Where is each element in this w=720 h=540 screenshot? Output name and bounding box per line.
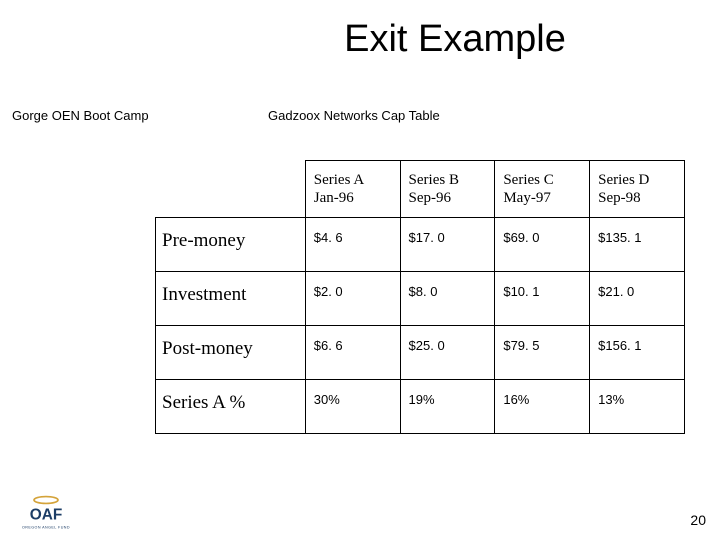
- logo: OAF OREGON ANGEL FUND: [16, 492, 76, 532]
- table-row: Pre-money $4. 6 $17. 0 $69. 0 $135. 1: [156, 218, 685, 272]
- table-cell: $2. 0: [305, 272, 400, 326]
- logo-subtext: OREGON ANGEL FUND: [22, 525, 70, 529]
- logo-text: OAF: [30, 507, 63, 524]
- table-cell: $69. 0: [495, 218, 590, 272]
- table-row: Series A % 30% 19% 16% 13%: [156, 380, 685, 434]
- table-cell: $25. 0: [400, 326, 495, 380]
- cap-table: Series A Jan-96 Series B Sep-96 Series C…: [155, 160, 685, 434]
- col-header-date: Sep-98: [598, 190, 641, 206]
- col-header: Series A Jan-96: [305, 161, 400, 218]
- col-header-date: Sep-96: [409, 190, 452, 206]
- table-cell: 13%: [590, 380, 685, 434]
- table-cell: $6. 6: [305, 326, 400, 380]
- table-cell: 30%: [305, 380, 400, 434]
- table-cell: 19%: [400, 380, 495, 434]
- table-cell: $8. 0: [400, 272, 495, 326]
- page-title: Exit Example: [0, 18, 690, 61]
- col-header-name: Series B: [409, 172, 459, 188]
- col-header-date: May-97: [503, 190, 551, 206]
- row-header: Pre-money: [156, 218, 306, 272]
- slide: Exit Example Gorge OEN Boot Camp Gadzoox…: [0, 0, 720, 540]
- table-cell: $156. 1: [590, 326, 685, 380]
- table-cell: 16%: [495, 380, 590, 434]
- oaf-logo-icon: OAF OREGON ANGEL FUND: [16, 492, 76, 532]
- table-cell: $135. 1: [590, 218, 685, 272]
- row-header: Investment: [156, 272, 306, 326]
- col-header-name: Series C: [503, 172, 553, 188]
- col-header: Series D Sep-98: [590, 161, 685, 218]
- row-header: Post-money: [156, 326, 306, 380]
- table-cell: $17. 0: [400, 218, 495, 272]
- table-corner-cell: [156, 161, 306, 218]
- col-header: Series C May-97: [495, 161, 590, 218]
- col-header-name: Series A: [314, 172, 364, 188]
- page-number: 20: [690, 512, 706, 528]
- col-header: Series B Sep-96: [400, 161, 495, 218]
- col-header-date: Jan-96: [314, 190, 354, 206]
- table-title: Gadzoox Networks Cap Table: [268, 108, 440, 123]
- table-cell: $21. 0: [590, 272, 685, 326]
- header-label: Gorge OEN Boot Camp: [12, 108, 149, 123]
- row-header: Series A %: [156, 380, 306, 434]
- table-row: Investment $2. 0 $8. 0 $10. 1 $21. 0: [156, 272, 685, 326]
- col-header-name: Series D: [598, 172, 649, 188]
- table-row: Post-money $6. 6 $25. 0 $79. 5 $156. 1: [156, 326, 685, 380]
- table-cell: $79. 5: [495, 326, 590, 380]
- table-cell: $10. 1: [495, 272, 590, 326]
- table-cell: $4. 6: [305, 218, 400, 272]
- table-header-row: Series A Jan-96 Series B Sep-96 Series C…: [156, 161, 685, 218]
- table: Series A Jan-96 Series B Sep-96 Series C…: [155, 160, 685, 434]
